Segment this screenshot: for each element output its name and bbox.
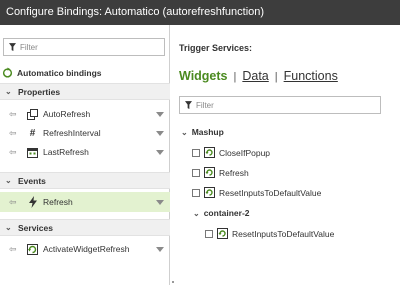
chevron-down-icon: ⌄ <box>181 127 188 137</box>
checkbox[interactable] <box>205 229 213 238</box>
dropdown-arrow-icon[interactable] <box>156 111 164 117</box>
section-label: Services <box>18 222 53 233</box>
trigger-services-title: Trigger Services: <box>179 43 253 53</box>
checkbox[interactable] <box>192 168 200 177</box>
section-label: Events <box>18 175 46 186</box>
widget-service-label: Refresh <box>219 167 249 178</box>
checkbox[interactable] <box>192 188 200 197</box>
widget-icon <box>27 108 38 120</box>
widget-service-refresh[interactable]: Refresh <box>192 167 249 178</box>
section-label: Properties <box>18 86 61 97</box>
section-events[interactable]: ⌄ Events <box>0 172 170 189</box>
binding-row-refreshinterval[interactable]: ⇦ # RefreshInterval <box>0 123 170 143</box>
chevron-down-icon: ⌄ <box>193 208 200 218</box>
widget-service-label: ResetInputsToDefaultValue <box>232 228 335 239</box>
service-icon <box>27 243 38 255</box>
calendar-icon <box>27 147 38 158</box>
trigger-services-panel: Trigger Services: Widgets | Data | Funct… <box>171 25 400 285</box>
tree-node-container-2[interactable]: ⌄ container-2 <box>193 208 250 218</box>
arrow-left-icon: ⇦ <box>9 146 17 157</box>
left-filter-placeholder: Filter <box>20 42 38 52</box>
dropdown-arrow-icon[interactable] <box>156 199 164 205</box>
tree-node-label: container-2 <box>203 208 250 218</box>
left-filter-input[interactable]: Filter <box>3 38 165 56</box>
right-filter-input[interactable]: Filter <box>179 96 381 114</box>
filter-icon <box>185 101 192 109</box>
section-services[interactable]: ⌄ Services <box>0 219 170 236</box>
tree-node-mashup[interactable]: ⌄ Mashup <box>181 127 224 137</box>
binding-row-activatewidgetrefresh[interactable]: ⇦ ActivateWidgetRefresh <box>0 239 170 259</box>
bindings-header: Automatico bindings <box>2 67 102 78</box>
widget-refresh-icon <box>204 147 215 158</box>
dropdown-arrow-icon[interactable] <box>156 246 164 252</box>
chevron-down-icon: ⌄ <box>5 176 12 185</box>
arrow-left-icon: ⇦ <box>9 196 17 207</box>
tab-separator: | <box>233 71 237 83</box>
widget-refresh-icon <box>217 228 228 239</box>
widget-refresh-icon <box>204 167 215 178</box>
bindings-title: Automatico bindings <box>17 67 102 78</box>
widget-service-label: CloseIfPopup <box>219 147 271 158</box>
widget-service-container-resetinputs[interactable]: ResetInputsToDefaultValue <box>205 228 334 239</box>
binding-label: RefreshInterval <box>43 128 101 138</box>
binding-label: Refresh <box>43 197 73 207</box>
tab-widgets[interactable]: Widgets <box>179 69 228 83</box>
checkbox[interactable] <box>192 148 200 157</box>
binding-label: ActivateWidgetRefresh <box>43 244 130 254</box>
window-title: Configure Bindings: Automatico (autorefr… <box>0 0 400 25</box>
refresh-circle-icon <box>2 67 13 78</box>
widget-service-resetinputs[interactable]: ResetInputsToDefaultValue <box>192 187 321 198</box>
lightning-icon <box>27 196 38 208</box>
dropdown-arrow-icon[interactable] <box>156 130 164 136</box>
tree-node-label: Mashup <box>191 127 224 137</box>
binding-row-lastrefresh[interactable]: ⇦ LastRefresh <box>0 142 170 162</box>
arrow-left-icon: ⇦ <box>9 243 17 254</box>
scroll-indicator <box>172 281 174 283</box>
filter-icon <box>9 43 16 51</box>
service-tabs: Widgets | Data | Functions <box>179 69 338 83</box>
widget-service-closeifpopup[interactable]: CloseIfPopup <box>192 147 270 158</box>
widget-service-label: ResetInputsToDefaultValue <box>219 187 322 198</box>
hash-icon: # <box>29 127 36 139</box>
arrow-left-icon: ⇦ <box>9 108 17 119</box>
dropdown-arrow-icon[interactable] <box>156 149 164 155</box>
section-properties[interactable]: ⌄ Properties <box>0 83 170 100</box>
tab-data[interactable]: Data <box>242 69 268 83</box>
binding-row-refresh-event[interactable]: ⇦ Refresh <box>0 192 170 212</box>
chevron-down-icon: ⌄ <box>5 87 12 96</box>
binding-label: AutoRefresh <box>43 109 91 119</box>
widget-refresh-icon <box>204 187 215 198</box>
chevron-down-icon: ⌄ <box>5 223 12 232</box>
tab-functions[interactable]: Functions <box>284 69 338 83</box>
binding-row-autorefresh[interactable]: ⇦ AutoRefresh <box>0 104 170 124</box>
arrow-left-icon: ⇦ <box>9 127 17 138</box>
right-filter-placeholder: Filter <box>196 100 214 110</box>
bindings-panel: Filter Automatico bindings ⌄ Properties … <box>0 25 170 285</box>
tab-separator: | <box>274 71 278 83</box>
binding-label: LastRefresh <box>43 147 89 157</box>
